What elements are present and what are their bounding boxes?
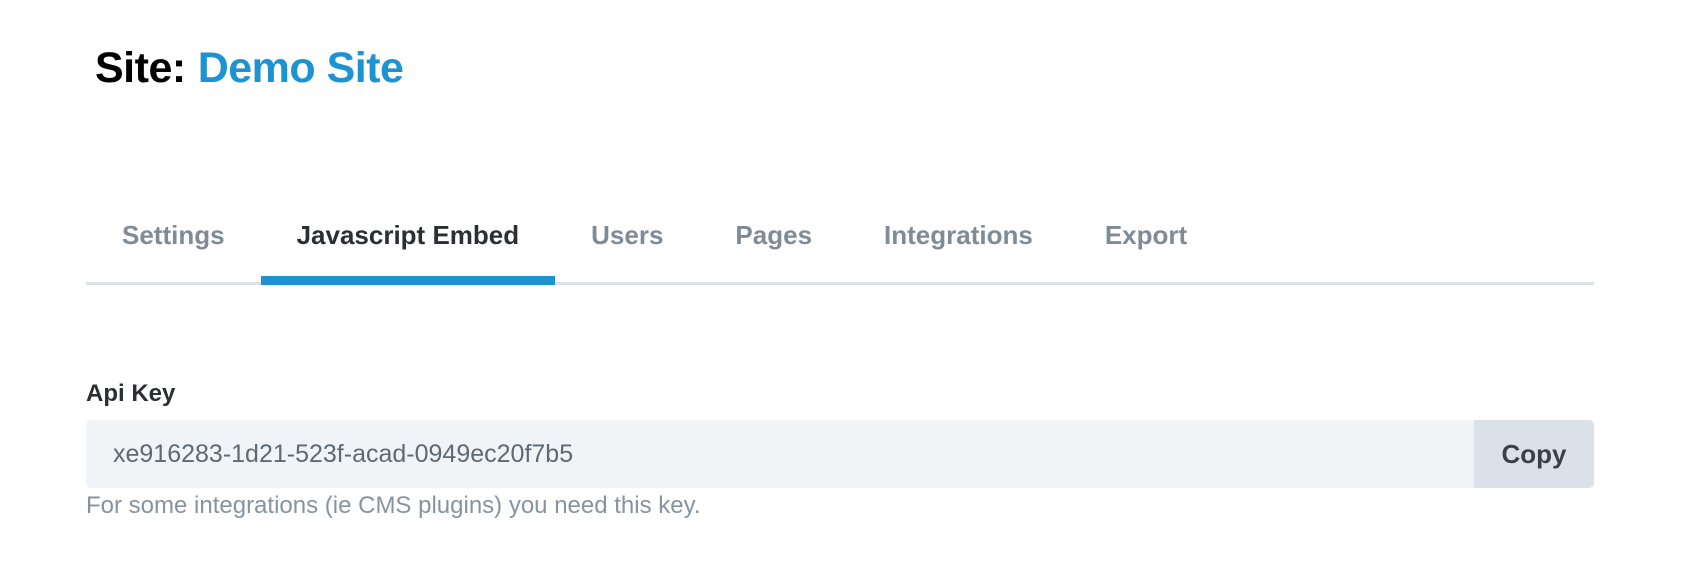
tab-integrations[interactable]: Integrations <box>848 200 1069 282</box>
site-name: Demo Site <box>197 44 404 92</box>
api-key-help-text: For some integrations (ie CMS plugins) y… <box>86 492 701 519</box>
site-prefix: Site: <box>95 44 186 92</box>
tab-settings[interactable]: Settings <box>86 200 261 282</box>
api-key-field-group: Copy <box>86 420 1594 488</box>
tab-pages[interactable]: Pages <box>699 200 848 282</box>
copy-button[interactable]: Copy <box>1474 420 1594 488</box>
api-key-label: Api Key <box>86 380 176 407</box>
page-title: Site: Demo Site <box>95 44 404 93</box>
tab-javascript-embed[interactable]: Javascript Embed <box>260 200 556 285</box>
tab-users[interactable]: Users <box>555 200 699 282</box>
tab-bar: Settings Javascript Embed Users Pages In… <box>86 200 1594 285</box>
api-key-input[interactable] <box>86 420 1474 488</box>
tab-export[interactable]: Export <box>1069 200 1223 282</box>
